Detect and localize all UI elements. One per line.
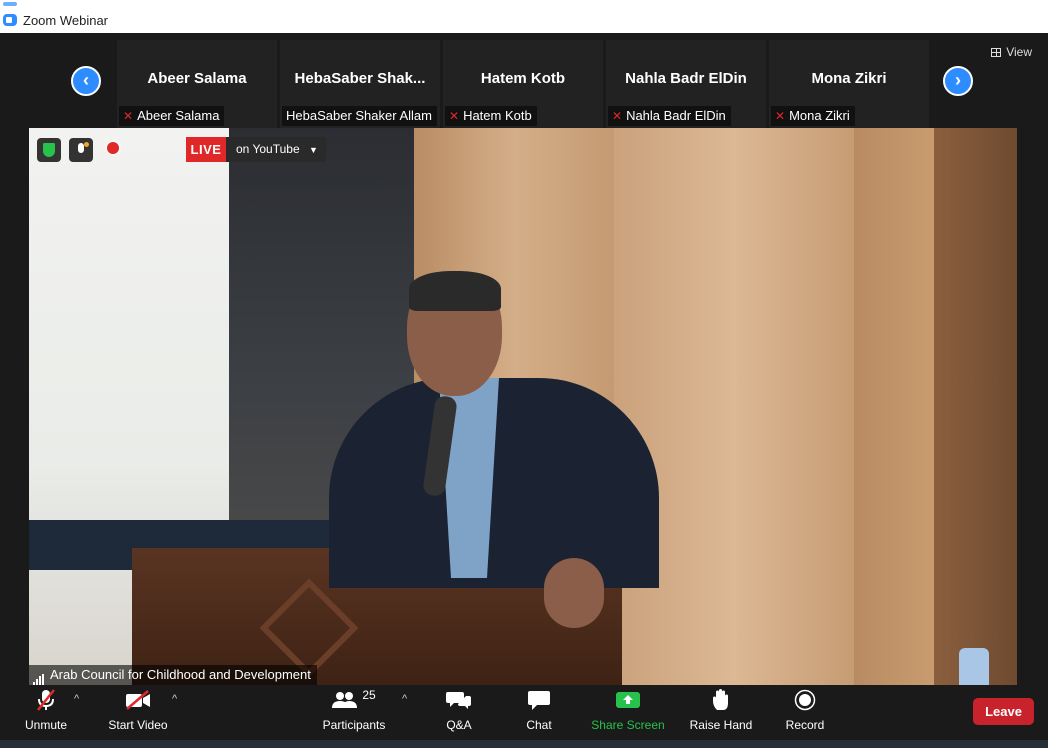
raise-hand-button[interactable]: Raise Hand bbox=[688, 685, 754, 740]
participant-tile[interactable]: Mona Zikri ✕ Mona Zikri bbox=[769, 40, 929, 128]
leave-button[interactable]: Leave bbox=[973, 698, 1034, 725]
os-taskbar bbox=[0, 740, 1048, 748]
ghost-window-tab bbox=[3, 2, 17, 6]
participant-tile[interactable]: Nahla Badr ElDin ✕ Nahla Badr ElDin bbox=[606, 40, 766, 128]
wood-panel bbox=[854, 128, 934, 685]
window-title: Zoom Webinar bbox=[23, 13, 109, 28]
participant-name: Abeer Salama bbox=[147, 70, 247, 87]
participant-tag: ✕ Nahla Badr ElDin bbox=[608, 106, 731, 126]
gallery-prev-button[interactable]: ‹ bbox=[71, 66, 101, 96]
participant-name: Hatem Kotb bbox=[480, 70, 566, 87]
mic-muted-icon: ✕ bbox=[449, 109, 460, 123]
wood-panel bbox=[614, 128, 854, 685]
audio-options-caret[interactable]: ^ bbox=[74, 693, 79, 705]
live-stream-dropdown[interactable]: on YouTube ▼ bbox=[226, 137, 326, 162]
meeting-toolbar: Unmute ^ Start Video ^ 25 Participants ^… bbox=[0, 685, 1048, 740]
chat-bubble-icon bbox=[518, 685, 560, 715]
participants-options-caret[interactable]: ^ bbox=[402, 693, 407, 705]
participant-tag: ✕ Mona Zikri bbox=[771, 106, 855, 126]
record-icon bbox=[780, 685, 830, 715]
grid-view-icon bbox=[991, 48, 1002, 57]
participant-tile[interactable]: Abeer Salama ✕ Abeer Salama bbox=[117, 40, 277, 128]
mic-muted-icon: ✕ bbox=[775, 109, 786, 123]
participant-name: Mona Zikri bbox=[811, 70, 887, 87]
live-badge: LIVE bbox=[186, 137, 226, 162]
zoom-app-icon bbox=[3, 14, 17, 26]
raise-hand-icon bbox=[688, 685, 754, 715]
microphone-muted-icon bbox=[20, 685, 72, 715]
window-titlebar: Zoom Webinar bbox=[0, 0, 1048, 33]
participant-tag: ✕ Hatem Kotb bbox=[445, 106, 537, 126]
participants-icon: 25 bbox=[318, 685, 390, 715]
chat-button[interactable]: Chat bbox=[518, 685, 560, 740]
video-options-caret[interactable]: ^ bbox=[172, 693, 177, 705]
caret-down-icon: ▼ bbox=[308, 145, 318, 155]
participant-name: HebaSaber Shak... bbox=[294, 70, 426, 87]
signal-strength-icon bbox=[33, 666, 45, 685]
unmute-button[interactable]: Unmute bbox=[20, 685, 72, 740]
microphone-status-icon[interactable] bbox=[69, 138, 93, 162]
main-video: LIVE on YouTube ▼ Arab Council for Child… bbox=[29, 128, 1017, 685]
participants-count: 25 bbox=[362, 688, 376, 702]
record-button[interactable]: Record bbox=[780, 685, 830, 740]
share-screen-icon bbox=[590, 685, 666, 715]
security-shield-icon[interactable] bbox=[37, 138, 61, 162]
participants-button[interactable]: 25 Participants bbox=[318, 685, 390, 740]
participant-tag: HebaSaber Shaker Allam bbox=[282, 106, 437, 126]
water-bottle bbox=[959, 648, 989, 685]
participant-tile[interactable]: HebaSaber Shak... HebaSaber Shaker Allam bbox=[280, 40, 440, 128]
recording-indicator-icon bbox=[107, 142, 119, 154]
video-camera-off-icon bbox=[104, 685, 172, 715]
start-video-button[interactable]: Start Video bbox=[104, 685, 172, 740]
speaker-hand bbox=[544, 558, 604, 628]
wood-panel bbox=[934, 128, 1017, 685]
mic-muted-icon: ✕ bbox=[612, 109, 623, 123]
view-button[interactable]: View bbox=[991, 45, 1032, 59]
qa-icon bbox=[438, 685, 480, 715]
participant-name: Nahla Badr ElDin bbox=[625, 70, 747, 87]
speaker-label: Arab Council for Childhood and Developme… bbox=[29, 665, 317, 685]
participant-tile[interactable]: Hatem Kotb ✕ Hatem Kotb bbox=[443, 40, 603, 128]
mic-muted-icon: ✕ bbox=[123, 109, 134, 123]
share-screen-button[interactable]: Share Screen bbox=[590, 685, 666, 740]
speaker-hair bbox=[409, 271, 501, 311]
gallery-next-button[interactable]: › bbox=[943, 66, 973, 96]
participant-tag: ✕ Abeer Salama bbox=[119, 106, 225, 126]
qa-button[interactable]: Q&A bbox=[438, 685, 480, 740]
